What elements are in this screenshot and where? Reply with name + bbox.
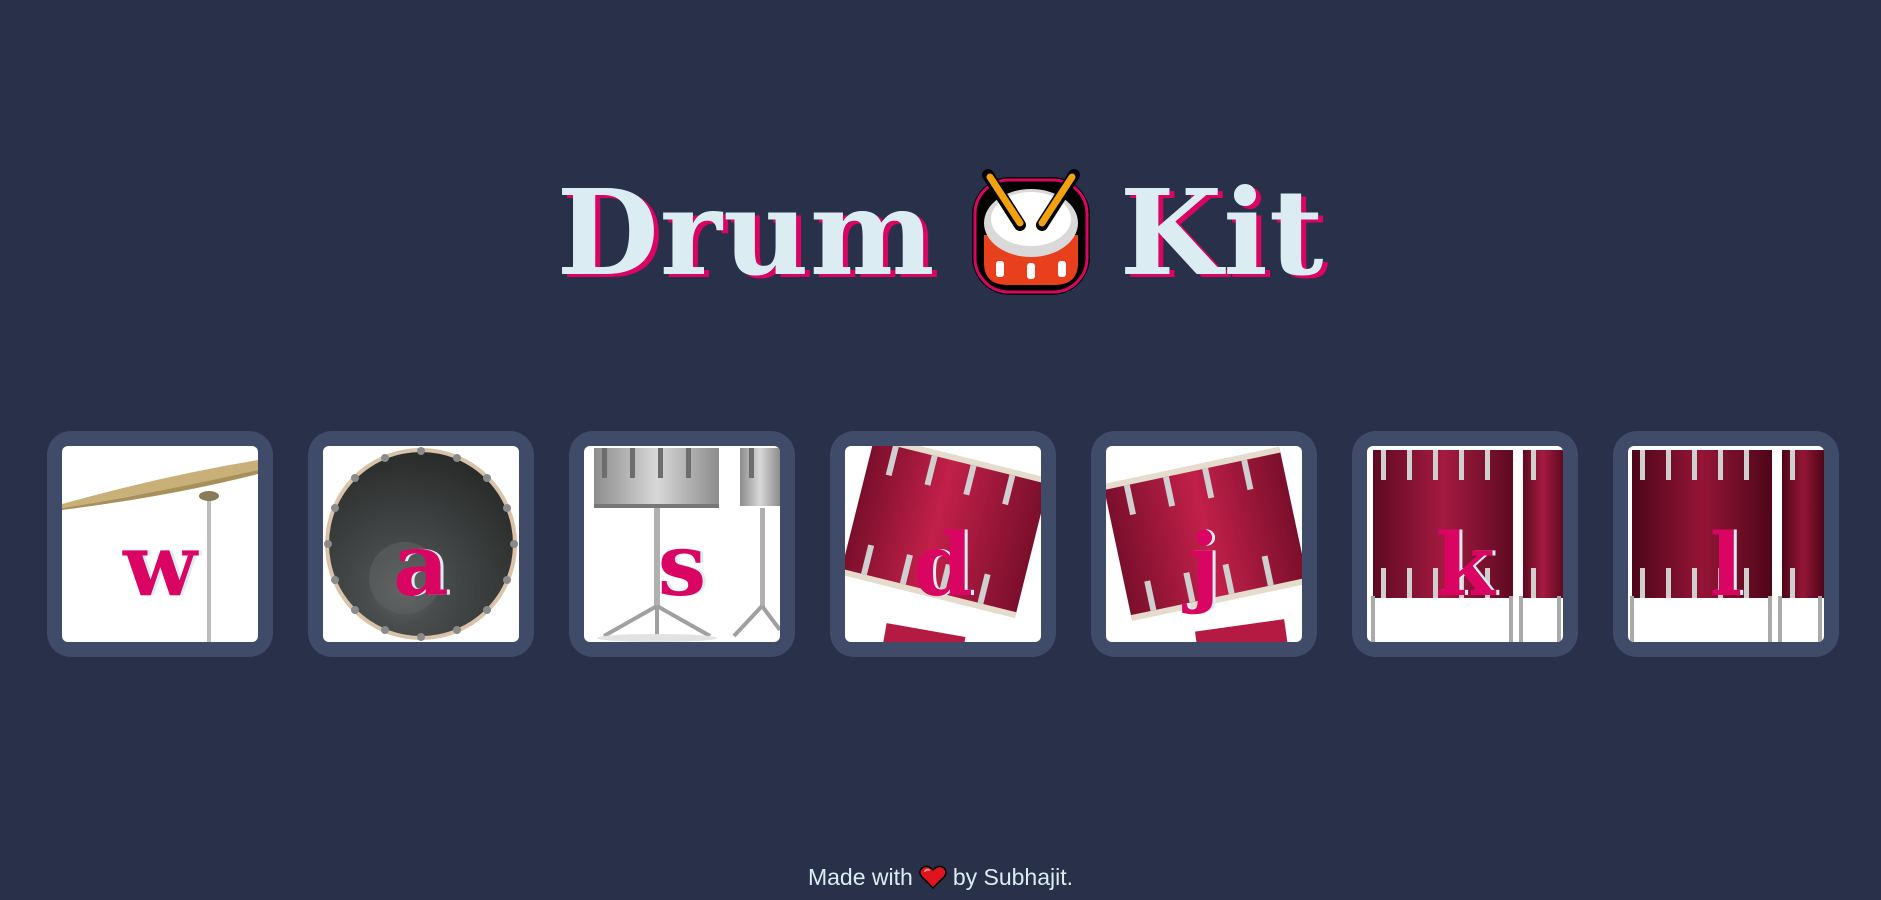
drum-pad-d[interactable]: d (830, 431, 1056, 657)
pad-key-label: k (1435, 515, 1495, 616)
title-word-drum: Drum (556, 163, 936, 303)
drum-pads: w a s d j k l (47, 431, 1847, 657)
pad-face: j (1106, 446, 1302, 642)
drum-pad-l[interactable]: l (1613, 431, 1839, 657)
drum-pad-k[interactable]: k (1352, 431, 1578, 657)
pad-face: k (1367, 446, 1563, 642)
pad-face: s (584, 446, 780, 642)
pad-face: d (845, 446, 1041, 642)
pad-key-label: a (393, 515, 449, 616)
pad-key-label: l (1709, 515, 1743, 616)
drum-pad-a[interactable]: a (308, 431, 534, 657)
drum-icon (966, 163, 1096, 303)
pad-key-label: j (1188, 515, 1220, 616)
footer-suffix: by Subhajit. (952, 864, 1074, 890)
footer: Made with by Subhajit. (0, 862, 1881, 892)
pad-key-label: d (912, 515, 974, 616)
pad-key-label: s (657, 515, 707, 616)
pad-face: a (323, 446, 519, 642)
page-title: Drum Kit (0, 163, 1881, 303)
footer-prefix: Made with (807, 864, 913, 890)
pad-face: w (62, 446, 258, 642)
heart-icon (919, 864, 947, 890)
pad-key-label: w (122, 515, 198, 616)
drum-pad-s[interactable]: s (569, 431, 795, 657)
title-word-kit: Kit (1119, 163, 1325, 303)
pad-face: l (1628, 446, 1824, 642)
drum-pad-w[interactable]: w (47, 431, 273, 657)
drum-pad-j[interactable]: j (1091, 431, 1317, 657)
